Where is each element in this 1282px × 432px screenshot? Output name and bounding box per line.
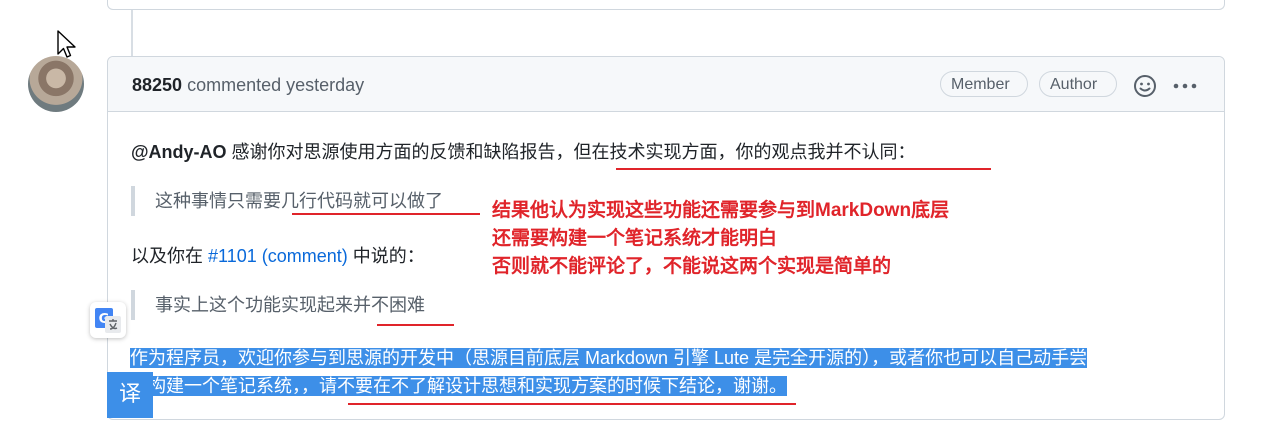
paragraph-2-text-b: 中说的： [347, 246, 425, 266]
selected-text-line-2-a: 试构建一个笔记系统，， [130, 376, 319, 396]
annotation-line-2: 还需要构建一个笔记系统才能明白 [492, 228, 778, 249]
issue-comment-link[interactable]: #1101 (comment) [208, 246, 348, 266]
quote-1-text-a: 这种事情只需要 [155, 191, 281, 211]
google-translate-icon[interactable]: G [90, 302, 126, 338]
red-underline-3 [377, 324, 454, 326]
author-badge: Author [1039, 71, 1117, 97]
translate-button[interactable]: 译 [107, 372, 153, 418]
member-badge: Member [940, 71, 1028, 97]
comment-author-line: 88250 commented yesterday [132, 75, 364, 96]
quote-1-text-b: 几行代码就可以做了 [281, 191, 443, 211]
timeline-line [131, 10, 133, 56]
comment-paragraph-2: 以及你在 #1101 (comment) 中说的： [131, 242, 425, 268]
avatar[interactable] [28, 56, 84, 112]
red-underline-2 [292, 213, 480, 215]
red-underline-4 [348, 403, 796, 405]
annotation-line-1: 结果他认为实现这些功能还需要参与到MarkDown底层 [492, 200, 950, 221]
annotation-line-3: 否则就不能评论了，不能说这两个实现是简单的 [492, 256, 892, 277]
blockquote-1: 这种事情只需要几行代码就可以做了 [131, 186, 443, 216]
quote-2-text-a: 事实上这个功能实现起来 [155, 295, 353, 315]
paragraph-1-text-a: 感谢你对思源使用方面的反馈和缺陷报告， [226, 142, 574, 162]
add-reaction-icon[interactable] [1132, 73, 1158, 99]
blockquote-2: 事实上这个功能实现起来并不困难 [131, 290, 425, 320]
selected-text-line-2-c: ，谢谢。 [715, 376, 787, 396]
previous-comment-box [107, 0, 1225, 10]
paragraph-1-text-b: 但在技术实现方面，你的观点我并不认同： [573, 142, 916, 162]
red-underline-1 [616, 168, 991, 170]
comment-paragraph-3-line-1: 作为程序员，欢迎你参与到思源的开发中（思源目前底层 Markdown 引擎 Lu… [130, 345, 1088, 371]
author-login[interactable]: 88250 [132, 75, 182, 95]
quote-2-text-b: 并不困难 [353, 295, 425, 315]
comment-timestamp[interactable]: yesterday [286, 75, 364, 95]
comment-action: commented [187, 75, 282, 95]
paragraph-2-text-a: 以及你在 [131, 246, 209, 266]
selected-text-line-1: 作为程序员，欢迎你参与到思源的开发中（思源目前底层 Markdown 引擎 Lu… [130, 348, 1088, 368]
comment-paragraph-3-line-2: 试构建一个笔记系统，，请不要在不了解设计思想和实现方案的时候下结论，谢谢。 [130, 373, 787, 399]
comment-paragraph-1: @Andy-AO 感谢你对思源使用方面的反馈和缺陷报告，但在技术实现方面，你的观… [131, 138, 916, 164]
user-mention[interactable]: @Andy-AO [131, 142, 227, 162]
more-options-icon[interactable] [1170, 73, 1200, 99]
selected-text-line-2-b: 请不要在不了解设计思想和实现方案的时候下结论 [319, 376, 715, 396]
comment-header: 88250 commented yesterday Member Author [108, 57, 1224, 112]
